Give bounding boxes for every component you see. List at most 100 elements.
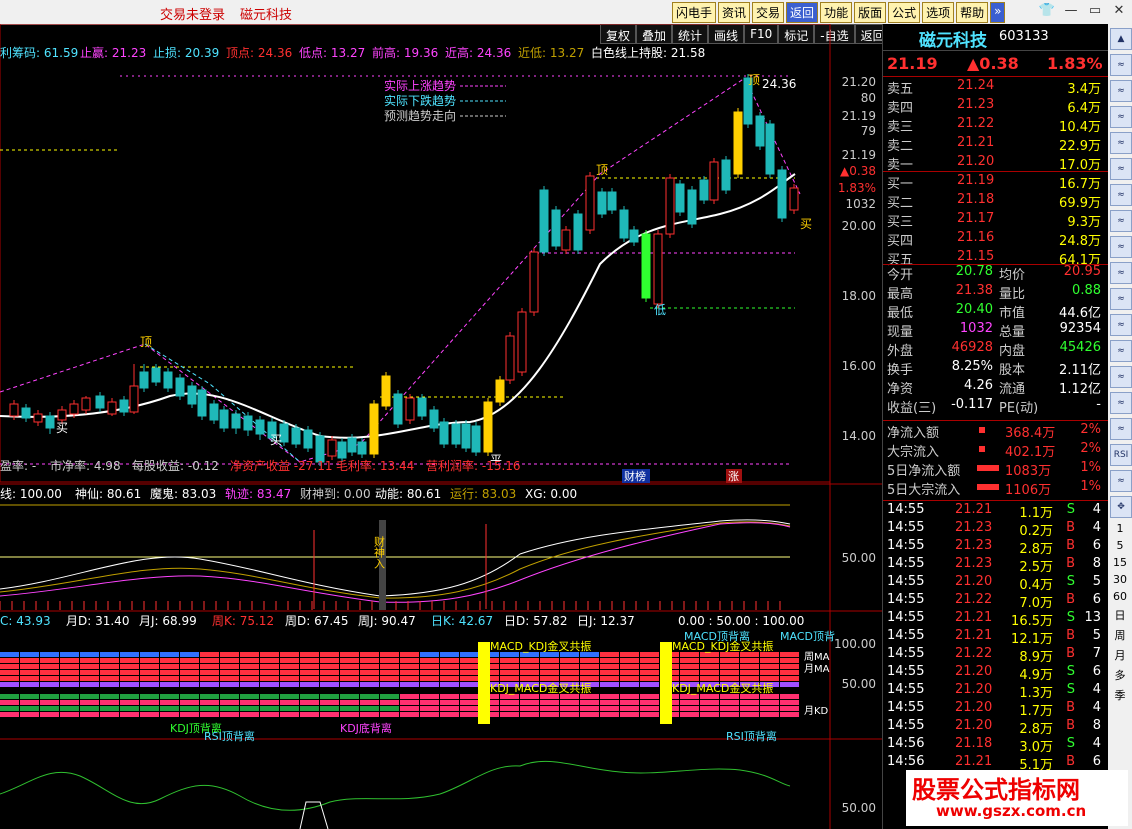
ind2-band-cell	[360, 658, 379, 663]
close-icon[interactable]: ✕	[1110, 2, 1128, 20]
sell-level[interactable]: 卖一 21.20 17.0万	[887, 154, 1105, 173]
menu-item-0[interactable]: 闪电手	[672, 2, 717, 23]
chart-icon10[interactable]: ≈	[1110, 366, 1132, 388]
period-7[interactable]: 月	[1110, 647, 1130, 663]
ind2-band-cell	[0, 658, 19, 663]
period-0[interactable]: 1	[1110, 522, 1130, 535]
menu-item-2[interactable]: 交易	[752, 2, 785, 23]
up-icon[interactable]: ▲	[1110, 28, 1132, 50]
grid-icon[interactable]: ≈	[1110, 106, 1132, 128]
ind2-band-cell	[200, 682, 219, 687]
chart-icon8[interactable]: ≈	[1110, 314, 1132, 336]
menu-item-6[interactable]: 公式	[888, 2, 921, 23]
tick-row: 14:55 21.23 2.5万 B 8	[887, 556, 1105, 575]
tick-count: 6	[1092, 754, 1101, 769]
level-price: 21.23	[957, 97, 995, 112]
sell-level[interactable]: 卖四 21.23 6.4万	[887, 97, 1105, 116]
flow-bar	[979, 446, 985, 452]
tick-count: 6	[1092, 592, 1101, 607]
chart-icon7[interactable]: ≈	[1110, 288, 1132, 310]
ind2-header-4: 周D: 67.45	[285, 614, 348, 628]
ind2-band-cell	[0, 670, 19, 675]
move-icon[interactable]: ✥	[1110, 496, 1132, 518]
buy-level[interactable]: 买三 21.17 9.3万	[887, 211, 1105, 230]
ind2-header-6: 日K: 42.67	[431, 614, 493, 628]
buy-level[interactable]: 买四 21.16 24.8万	[887, 230, 1105, 249]
ind2-band-cell	[240, 712, 259, 717]
ind2-band-cell	[300, 700, 319, 705]
ind2-band-cell	[120, 664, 139, 669]
ind2-band-cell	[80, 712, 99, 717]
period-6[interactable]: 周	[1110, 627, 1130, 643]
ind2-band-cell	[260, 682, 279, 687]
ind2-band-cell	[160, 664, 179, 669]
ind2-header-2: 月J: 68.99	[139, 614, 197, 628]
sell-level[interactable]: 卖二 21.21 22.9万	[887, 135, 1105, 154]
ind2-band-cell	[620, 652, 639, 657]
ind1-line-white	[0, 519, 791, 597]
list-icon[interactable]: ≈	[1110, 80, 1132, 102]
price-axis-label: 21.19	[842, 148, 876, 162]
sell-level[interactable]: 卖三 21.22 10.4万	[887, 116, 1105, 135]
menu-item-9[interactable]: »	[990, 2, 1006, 23]
ind1-line-yellow	[0, 521, 791, 599]
shirt-icon[interactable]: 👕	[1038, 2, 1056, 20]
tick-price: 21.20	[955, 718, 993, 733]
period-9[interactable]: 季	[1110, 687, 1130, 703]
tick-count: 6	[1092, 538, 1101, 553]
ind2-band-cell	[600, 682, 619, 687]
candle-body	[517, 311, 527, 373]
ind2-band-cell	[520, 700, 539, 705]
menu-item-4[interactable]: 功能	[820, 2, 853, 23]
restore-icon[interactable]: ▭	[1086, 2, 1104, 20]
ind2-band-cell	[100, 712, 119, 717]
ind2-band-cell	[620, 676, 639, 681]
ind2-band-cell	[280, 658, 299, 663]
layers-icon[interactable]: ≈	[1110, 470, 1132, 492]
period-8[interactable]: 多	[1110, 667, 1130, 683]
period-1[interactable]: 5	[1110, 539, 1130, 552]
ind2-band-cell	[340, 706, 359, 711]
chart-icon2[interactable]: ≈	[1110, 158, 1132, 180]
chart-icon5[interactable]: ≈	[1110, 236, 1132, 258]
period-5[interactable]: 日	[1110, 607, 1130, 623]
rsi-icon[interactable]: RSI	[1110, 444, 1132, 466]
sell-level[interactable]: 卖五 21.24 3.4万	[887, 78, 1105, 97]
period-3[interactable]: 30	[1110, 573, 1130, 586]
chart-icon6[interactable]: ≈	[1110, 262, 1132, 284]
ind2-band-cell	[780, 658, 799, 663]
expand-icon[interactable]: ≈	[1110, 54, 1132, 76]
last-price: 21.19	[887, 54, 938, 73]
menu-item-5[interactable]: 版面	[854, 2, 887, 23]
ind2-band-cell	[40, 664, 59, 669]
kline-chart[interactable]: 利筹码: 61.59 止赢: 21.23 止损: 20.39 顶点: 24.36 低点:…	[0, 24, 882, 829]
ind2-band-cell	[420, 664, 439, 669]
ind2-band-cell	[360, 670, 379, 675]
minimize-icon[interactable]: —	[1062, 2, 1080, 20]
chart-icon11[interactable]: ≈	[1110, 392, 1132, 414]
ind2-band-cell	[160, 652, 179, 657]
chart-icon12[interactable]: ≈	[1110, 418, 1132, 440]
top-info-2: 止损: 20.39	[153, 46, 219, 60]
period-2[interactable]: 15	[1110, 556, 1130, 569]
chart-icon9[interactable]: ≈	[1110, 340, 1132, 362]
chart-icon[interactable]: ≈	[1110, 132, 1132, 154]
menu-item-3[interactable]: 返回	[786, 2, 819, 23]
menu-item-1[interactable]: 资讯	[718, 2, 751, 23]
tick-volume: 7.0万	[1019, 596, 1053, 611]
level-price: 21.19	[957, 173, 995, 188]
ind2-band-cell	[440, 706, 459, 711]
menu-item-8[interactable]: 帮助	[956, 2, 989, 23]
buy-level[interactable]: 买二 21.18 69.9万	[887, 192, 1105, 211]
ind2-band-cell	[580, 664, 599, 669]
period-4[interactable]: 60	[1110, 590, 1130, 603]
top-info-4: 低点: 13.27	[299, 46, 365, 60]
ind2-band-cell	[60, 664, 79, 669]
ind2-band-cell	[620, 694, 639, 699]
stat-label: 收益(三)	[887, 401, 937, 416]
ind1-header-6: 运行: 83.03	[450, 487, 516, 501]
menu-item-7[interactable]: 选项	[922, 2, 955, 23]
buy-level[interactable]: 买一 21.19 16.7万	[887, 173, 1105, 192]
chart-icon3[interactable]: ≈	[1110, 184, 1132, 206]
chart-icon4[interactable]: ≈	[1110, 210, 1132, 232]
